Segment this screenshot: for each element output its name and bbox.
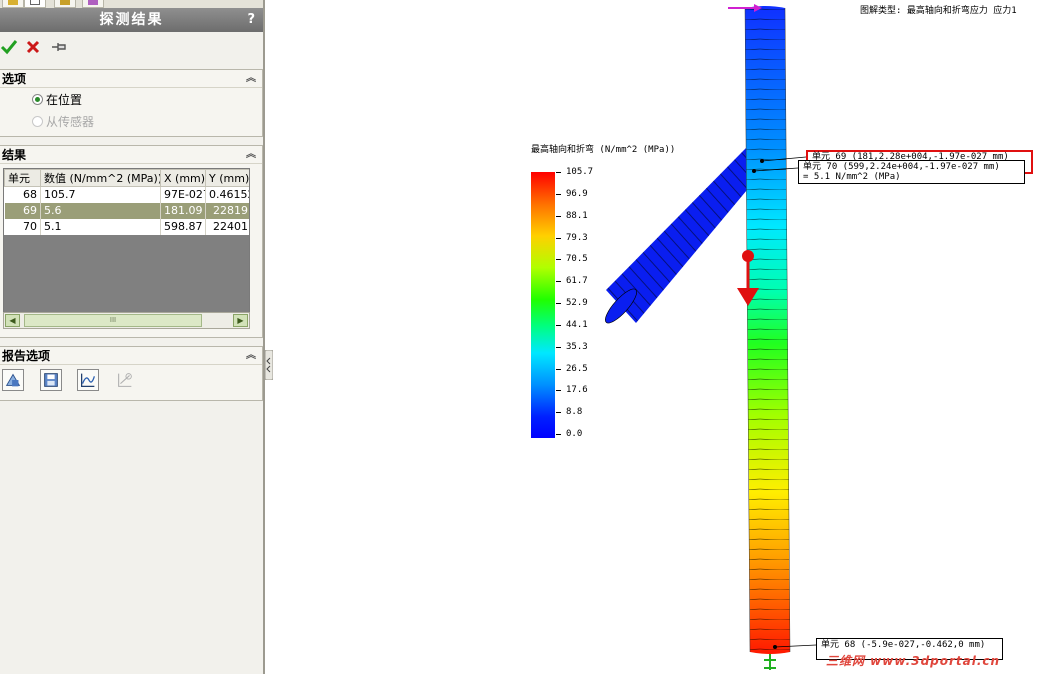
horizontal-scrollbar[interactable]: ◀ III ▶ [3,312,250,329]
radio-at-location[interactable]: 在位置 [32,91,82,109]
tab-feature-manager[interactable] [2,0,24,8]
probe-callout-70-line1: 单元 70 (599,2.24e+004,-1.97e-027 mm) [803,162,1000,172]
table-row[interactable]: 70 5.1 598.87 22401 [4,218,249,235]
probe-callout-68-text: 单元 68 (-5.9e-027,-0.462,0 mm) [821,640,986,650]
collapse-chevron-icon[interactable]: ︽ [246,146,256,164]
legend-tick-mark [556,194,561,195]
legend-tick-mark [556,216,561,217]
legend-tick-mark [556,259,561,260]
options-section-label: 选项 [2,72,27,86]
property-manager-panel: 探测结果 ? 选项 ︽ 在位置 从传感器 结果 ︽ 单元 数值 (N/mm^2 … [0,0,265,674]
radio-from-sensor-label: 从传感器 [46,115,95,129]
report-options-section-header[interactable]: 报告选项 ︽ [0,347,262,365]
results-section-header[interactable]: 结果 ︽ [0,146,262,164]
options-section: 选项 ︽ 在位置 从传感器 [0,69,263,137]
legend-tick-mark [556,347,561,348]
radio-selected-icon[interactable] [32,94,43,105]
legend-tick-mark [556,325,561,326]
column-header-element[interactable]: 单元 [4,169,41,187]
tab-display-manager[interactable] [82,0,104,8]
legend-tick-mark [556,238,561,239]
scroll-right-arrow-icon[interactable]: ▶ [233,314,248,327]
radio-at-location-label: 在位置 [46,93,83,107]
legend-tick-mark [556,434,561,435]
action-buttons [0,36,263,58]
panel-tab-strip [0,0,263,8]
results-table[interactable]: 单元 数值 (N/mm^2 (MPa)) X (mm) Y (mm) 68 10… [3,168,250,323]
legend-tick-mark [556,390,561,391]
column-header-x[interactable]: X (mm) [160,169,206,187]
response-graph-icon [118,373,132,387]
legend-tick-mark [556,303,561,304]
report-options-section-label: 报告选项 [2,349,51,363]
probe-callout-70[interactable]: 单元 70 (599,2.24e+004,-1.97e-027 mm) = 5.… [798,160,1025,184]
plot-graph-icon[interactable] [77,369,99,391]
panel-title: 探测结果 [99,12,164,28]
collapse-chevron-icon[interactable]: ︽ [246,70,256,88]
table-row[interactable]: 68 105.7 97E-027 0.46152 [4,186,249,203]
cell-element: 69 [4,202,41,219]
legend-tick-mark [556,172,561,173]
radio-unselected-icon [32,116,43,127]
legend-color-bar [531,172,555,438]
cell-y: 0.46152 [205,186,249,203]
legend-tick-mark [556,412,561,413]
options-section-header[interactable]: 选项 ︽ [0,70,262,88]
cell-y: 22819 [205,202,249,219]
radio-from-sensor: 从传感器 [32,113,94,131]
cell-x: 97E-027 [160,186,206,203]
cell-x: 181.09 [160,202,206,219]
legend-tick-mark [556,369,561,370]
pushpin-icon[interactable] [50,38,68,56]
vertical-beam-column [744,6,791,654]
cell-value: 5.1 [40,218,161,235]
cell-x: 598.87 [160,218,206,235]
panel-title-bar: 探测结果 ? [0,8,263,32]
column-header-y[interactable]: Y (mm) [205,169,249,187]
watermark: 三维网 www.3dportal.cn [826,654,1001,668]
save-file-icon[interactable] [40,369,62,391]
table-header-row: 单元 数值 (N/mm^2 (MPa)) X (mm) Y (mm) [4,169,249,187]
cell-value: 105.7 [40,186,161,203]
tab-configuration-manager[interactable] [54,0,76,8]
table-row-selected[interactable]: 69 5.6 181.09 22819 [4,202,249,219]
column-header-value[interactable]: 数值 (N/mm^2 (MPa)) [40,169,161,187]
report-options-section: 报告选项 ︽ [0,346,263,401]
scroll-thumb[interactable]: III [24,314,202,327]
results-section: 结果 ︽ 单元 数值 (N/mm^2 (MPa)) X (mm) Y (mm) … [0,145,263,338]
cell-value: 5.6 [40,202,161,219]
legend-tick-mark [556,281,561,282]
cell-y: 22401 [205,218,249,235]
collapse-chevron-icon[interactable]: ︽ [246,347,256,365]
help-button[interactable]: ? [247,8,257,32]
cancel-x-icon[interactable] [24,38,42,56]
beam-model-view[interactable] [580,0,1047,674]
accept-check-icon[interactable] [0,38,18,56]
results-section-label: 结果 [2,148,27,162]
inclined-beam-branch [605,148,762,324]
save-as-sensor-icon[interactable] [2,369,24,391]
cell-element: 68 [4,186,41,203]
scroll-left-arrow-icon[interactable]: ◀ [5,314,20,327]
panel-splitter-handle[interactable] [265,350,273,380]
tab-property-manager[interactable] [24,0,46,8]
probe-callout-70-line2: = 5.1 N/mm^2 (MPa) [803,172,901,182]
cell-element: 70 [4,218,41,235]
fixture-icon [764,654,776,670]
